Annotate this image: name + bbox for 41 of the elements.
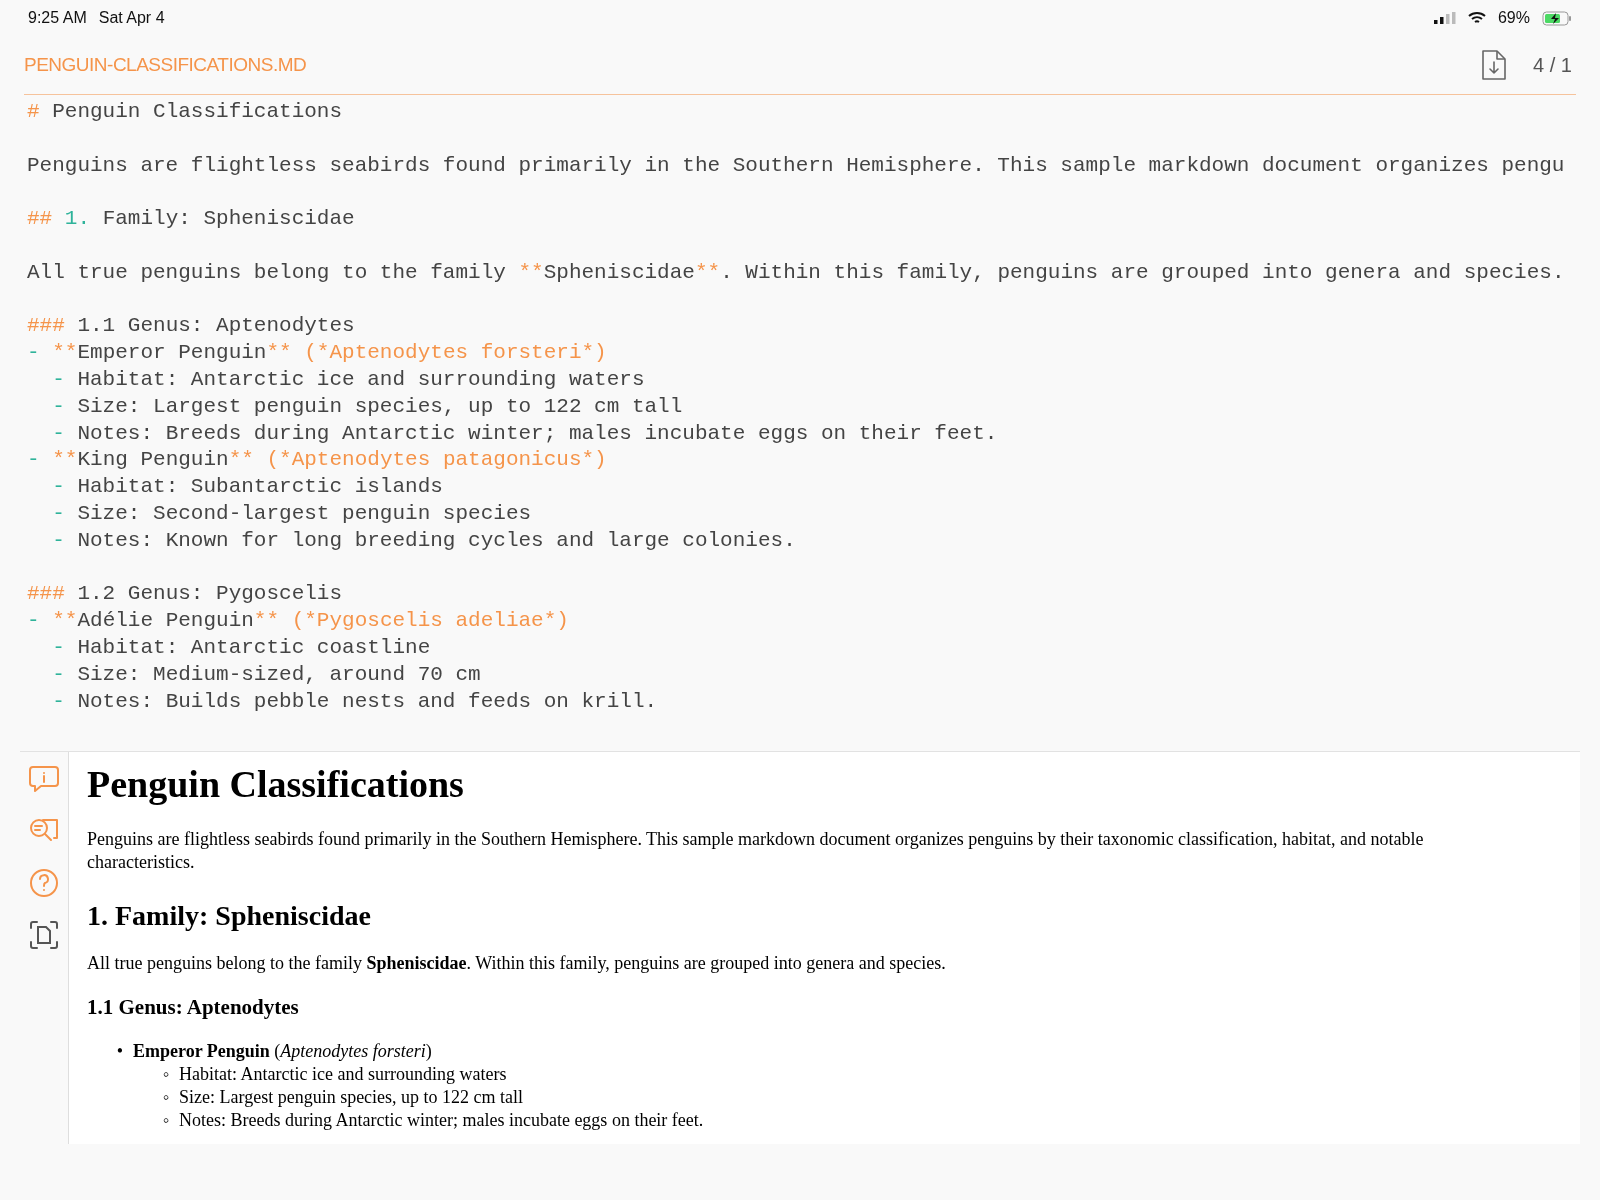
code-line: - **King Penguin** (*Aptenodytes patagonicus*) <box>27 447 608 474</box>
preview-heading: 1. Family: Spheniscidae <box>87 900 372 932</box>
code-line: - Size: Second-largest penguin species <box>51 500 533 527</box>
bullet-marker: ◦ <box>161 1086 171 1109</box>
bullet-marker: ◦ <box>161 1063 171 1086</box>
file-name: PENGUIN-CLASSIFICATIONS.MD <box>24 54 307 76</box>
list-item: Habitat: Antarctic ice and surrounding waters <box>179 1063 507 1086</box>
code-line: All true penguins belong to the family **Spheniscidae**. Within this family, penguins are grouped into genera and species. <box>27 259 1566 286</box>
preview-title: Penguin Classifications <box>87 762 465 806</box>
code-line: ## 1. Family: Spheniscidae <box>27 206 356 233</box>
code-line: ### 1.2 Genus: Pygoscelis <box>27 581 344 608</box>
code-line: # Penguin Classifications <box>27 99 344 125</box>
code-line: - Habitat: Antarctic ice and surrounding waters <box>51 366 646 393</box>
signal-icon <box>1433 12 1456 24</box>
code-line: - Habitat: Subantarctic islands <box>51 474 444 501</box>
code-line: - Size: Largest penguin species, up to 122 cm tall <box>51 393 684 420</box>
code-line: - **Emperor Penguin** (*Aptenodytes forsteri*) <box>27 340 608 367</box>
bullet-marker: ◦ <box>161 1109 171 1132</box>
battery-percent: 69% <box>1497 9 1530 27</box>
battery-icon <box>1542 10 1572 26</box>
wifi-icon <box>1467 11 1486 25</box>
page-counter: 4 / 1 <box>1533 53 1572 77</box>
code-line: - Notes: Known for long breeding cycles and large colonies. <box>51 527 797 554</box>
list-item: Emperor Penguin (Aptenodytes forsteri) <box>133 1040 432 1063</box>
list-item: Notes: Breeds during Antarctic winter; males incubate eggs on their feet. <box>179 1109 704 1132</box>
preview-paragraph: Penguins are flightless seabirds found primarily in the Southern Hemisphere. This sample markdown document organizes penguins by their taxonomic classification, habitat, and notable characteristics. <box>87 828 1425 874</box>
preview-paragraph: All true penguins belong to the family Spheniscidae. Within this family, penguins are grouped into genera and species. <box>87 952 947 975</box>
code-line: - Notes: Breeds during Antarctic winter; males incubate eggs on their feet. <box>51 420 999 447</box>
code-line: - Notes: Builds pebble nests and feeds on krill. <box>51 688 659 715</box>
status-date: Sat Apr 4 <box>98 9 165 27</box>
list-item: Size: Largest penguin species, up to 122 cm tall <box>179 1086 524 1109</box>
bullet-marker: • <box>115 1040 125 1063</box>
preview-subheading: 1.1 Genus: Aptenodytes <box>87 995 300 1020</box>
code-line: - **Adélie Penguin** (*Pygoscelis adeliae*) <box>27 608 570 635</box>
code-line: - Size: Medium-sized, around 70 cm <box>51 661 482 688</box>
code-line: - Habitat: Antarctic coastline <box>51 634 432 661</box>
scan-document-icon[interactable] <box>27 918 61 952</box>
code-line: Penguins are flightless seabirds found primarily in the Southern Hemisphere. This sample markdown document organizes pengu <box>27 152 1566 179</box>
status-time: 9:25 AM <box>28 9 87 27</box>
code-line: ### 1.1 Genus: Aptenodytes <box>27 313 356 340</box>
export-document-icon[interactable] <box>1481 49 1508 81</box>
